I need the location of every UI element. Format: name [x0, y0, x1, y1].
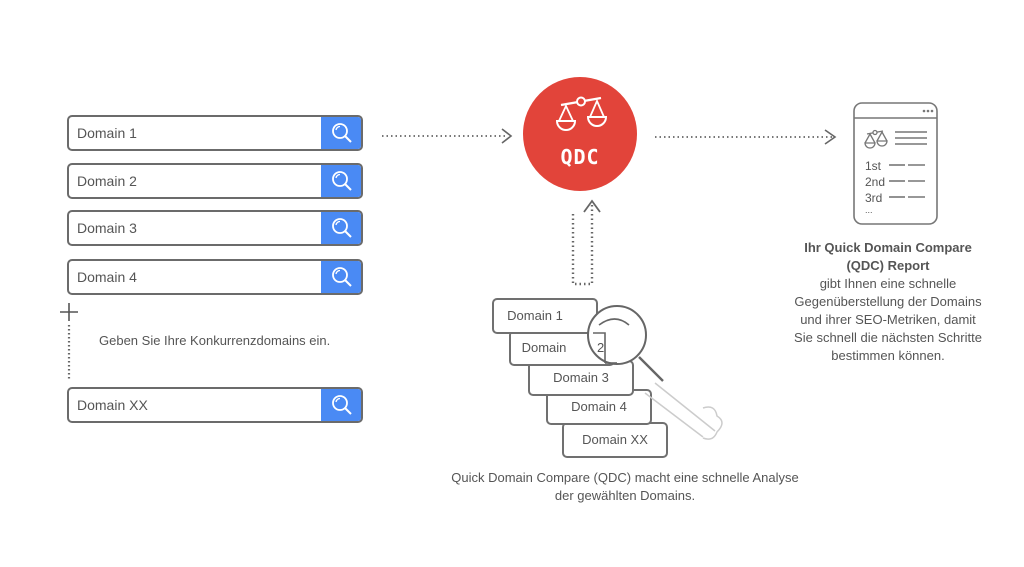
search-button[interactable] [321, 261, 361, 293]
domain-input-xx[interactable]: Domain XX [67, 387, 363, 423]
search-button[interactable] [321, 389, 361, 421]
magnified-label: 2 [597, 340, 605, 355]
caption-line: der gewählten Domains. [554, 488, 696, 503]
domain-input-1[interactable]: Domain 1 [67, 115, 363, 151]
arrow-to-qdc [382, 128, 513, 144]
rank-item: 2nd [865, 175, 886, 189]
search-button[interactable] [321, 165, 361, 197]
plus-icon[interactable] [60, 303, 78, 321]
rank-list: 1st 2nd 3rd ... [865, 158, 886, 215]
stack-card-label: Domain 1 [507, 308, 563, 323]
report-text: Sie schnell die nächsten Schritte [794, 330, 982, 345]
domain-input-value: Domain 3 [77, 220, 137, 236]
qdc-label: QDC [560, 145, 600, 169]
rank-item: 1st [865, 159, 882, 173]
report-title: Ihr Quick Domain Compare [804, 240, 972, 255]
magnifier-icon [587, 305, 723, 440]
scales-icon [555, 96, 607, 131]
search-button[interactable] [321, 212, 361, 244]
report-text: bestimmen können. [831, 348, 945, 363]
arrow-up-to-qdc [571, 199, 601, 286]
arrow-to-report [655, 129, 837, 145]
domain-input-value: Domain XX [77, 397, 148, 413]
rank-item: 3rd [865, 191, 883, 205]
search-button[interactable] [321, 117, 361, 149]
add-more-connector [60, 303, 78, 381]
input-hint: Geben Sie Ihre Konkurrenzdomains ein. [99, 333, 331, 348]
analysis-caption: Quick Domain Compare (QDC) macht eine sc… [400, 469, 850, 505]
stack-card-1: Domain 1 [492, 298, 598, 334]
domain-input-value: Domain 1 [77, 125, 137, 141]
qdc-badge: QDC [523, 77, 637, 191]
domain-input-4[interactable]: Domain 4 [67, 259, 363, 295]
domain-input-3[interactable]: Domain 3 [67, 210, 363, 246]
domain-input-2[interactable]: Domain 2 [67, 163, 363, 199]
search-icon [332, 218, 352, 238]
report-title: (QDC) Report [846, 258, 930, 273]
caption-line: Quick Domain Compare (QDC) macht eine sc… [451, 470, 799, 485]
report-caption: Ihr Quick Domain Compare (QDC) Report gi… [770, 239, 1006, 365]
rank-item: ... [865, 205, 873, 215]
search-icon [332, 171, 352, 191]
search-icon [332, 123, 352, 143]
search-icon [332, 395, 352, 415]
report-text: gibt Ihnen eine schnelle [819, 276, 957, 291]
domain-input-value: Domain 4 [77, 269, 137, 285]
report-text: Gegenüberstellung der Domains [794, 294, 982, 309]
report-text: und ihrer SEO-Metriken, damit [800, 312, 976, 327]
domain-input-value: Domain 2 [77, 173, 137, 189]
search-icon [332, 267, 352, 287]
